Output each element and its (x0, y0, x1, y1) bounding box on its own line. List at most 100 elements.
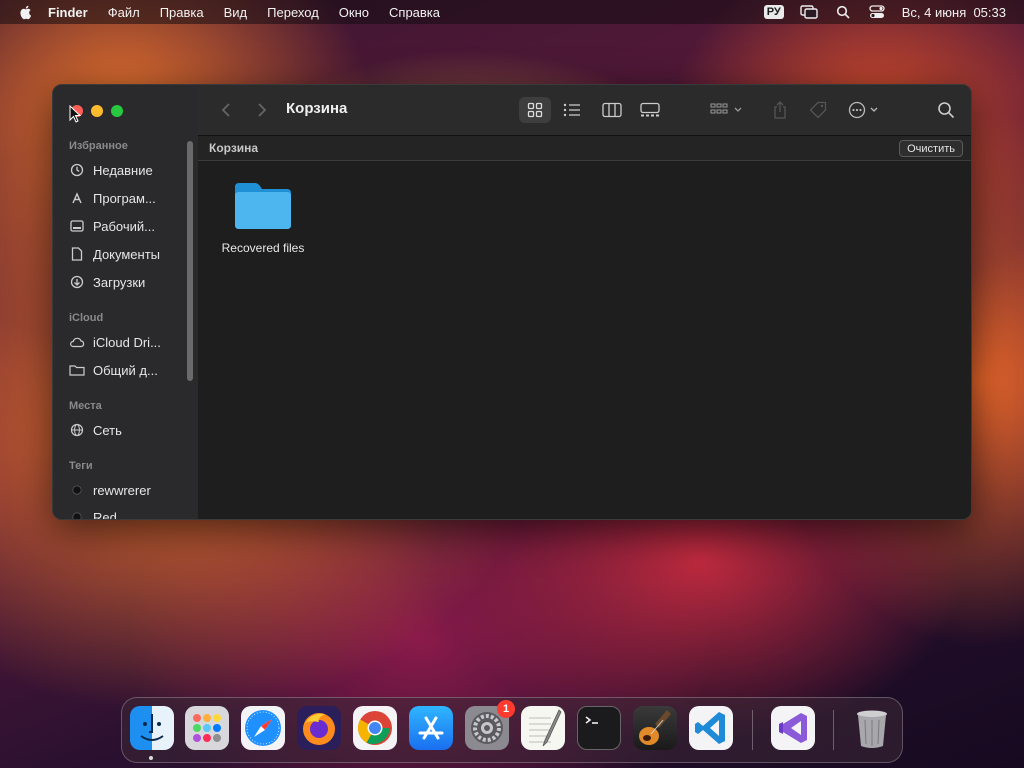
forward-button[interactable] (252, 97, 272, 123)
gallery-view-icon (640, 102, 660, 117)
screen-mirroring-icon[interactable] (800, 4, 818, 20)
dock-chrome-icon[interactable] (353, 706, 397, 750)
finder-running-indicator (149, 756, 153, 760)
trash-header-bar: Корзина Очистить (198, 136, 971, 161)
chevron-left-icon (221, 103, 230, 117)
dock-terminal-icon[interactable] (577, 706, 621, 750)
input-language-badge[interactable]: РУ (763, 5, 784, 19)
search-button[interactable] (932, 97, 960, 123)
sidebar-header-favorites: Избранное (69, 140, 128, 152)
sidebar-item-label: Загрузки (93, 274, 146, 290)
share-icon (774, 101, 786, 119)
list-view-icon (563, 103, 580, 117)
tag-dot-icon (69, 509, 85, 519)
download-icon (69, 274, 85, 290)
globe-icon (69, 422, 85, 438)
sidebar-item-applications[interactable]: Програм... (69, 187, 156, 209)
dock-launchpad-icon[interactable] (185, 706, 229, 750)
sidebar-header-icloud: iCloud (69, 312, 104, 324)
minimize-button[interactable] (91, 105, 103, 117)
dock-garageband-icon[interactable] (633, 706, 677, 750)
sidebar-item-label: Общий д... (93, 362, 158, 378)
back-button[interactable] (216, 97, 236, 123)
maximize-button[interactable] (111, 105, 123, 117)
group-by-button[interactable] (708, 97, 748, 123)
file-item[interactable]: Recovered files (218, 181, 308, 255)
file-name: Recovered files (221, 241, 305, 255)
dock-visual-studio-icon[interactable] (771, 706, 815, 750)
sidebar-item-icloud-drive[interactable]: iCloud Dri... (69, 331, 161, 353)
dock-textedit-icon[interactable] (521, 706, 565, 750)
sidebar-item-label: Документы (93, 246, 161, 262)
dock: 1 (121, 697, 903, 763)
tag-button[interactable] (804, 97, 832, 123)
sidebar-item-label: Red (93, 509, 117, 520)
menu-window[interactable]: Окно (339, 5, 369, 20)
dock-finder-icon[interactable] (130, 706, 174, 750)
window-title: Корзина (286, 100, 348, 117)
sidebar-item-label: Недавние (93, 162, 153, 178)
finder-sidebar: Избранное Недавние Програм... Рабочий...… (53, 85, 199, 519)
folder-icon (235, 183, 291, 229)
chevron-right-icon (258, 103, 267, 117)
dock-trash-icon[interactable] (850, 706, 894, 750)
sidebar-item-shared-folder[interactable]: Общий д... (69, 359, 158, 381)
more-actions-button[interactable] (846, 97, 886, 123)
finder-window: Избранное Недавние Програм... Рабочий...… (52, 84, 972, 520)
sidebar-item-label: rewwrerer (93, 482, 151, 498)
control-center-icon[interactable] (868, 4, 886, 20)
dock-safari-icon[interactable] (241, 706, 285, 750)
finder-toolbar: Корзина (198, 85, 971, 136)
desktop-icon (69, 218, 85, 234)
sidebar-item-network[interactable]: Сеть (69, 419, 122, 441)
view-columns-button[interactable] (596, 97, 628, 123)
column-view-icon (602, 102, 622, 118)
sidebar-header-tags: Теги (69, 460, 93, 472)
trash-label: Корзина (209, 141, 259, 155)
finder-content[interactable]: Recovered files (198, 161, 971, 519)
sidebar-item-recents[interactable]: Недавние (69, 159, 153, 181)
view-list-button[interactable] (556, 97, 588, 123)
sidebar-item-tag-rewwrerer[interactable]: rewwrerer (69, 479, 151, 501)
share-button[interactable] (766, 97, 794, 123)
menu-clock[interactable]: Вс, 4 июня 05:33 (902, 5, 1006, 20)
sidebar-scrollbar[interactable] (187, 141, 193, 381)
clock-icon (69, 162, 85, 178)
empty-trash-button[interactable]: Очистить (899, 140, 963, 157)
menu-bar: Finder Файл Правка Вид Переход Окно Спра… (0, 0, 1024, 24)
menu-app-name[interactable]: Finder (48, 5, 88, 20)
view-icons-button[interactable] (519, 97, 551, 123)
dock-vscode-icon[interactable] (689, 706, 733, 750)
view-gallery-button[interactable] (634, 97, 666, 123)
tag-icon (809, 101, 827, 119)
sidebar-item-label: Програм... (93, 190, 156, 206)
sidebar-item-label: Сеть (93, 422, 122, 438)
notification-badge: 1 (497, 700, 515, 718)
dock-separator (752, 710, 753, 750)
applications-icon (69, 190, 85, 206)
cloud-icon (69, 334, 85, 350)
shared-folder-icon (69, 362, 85, 378)
sidebar-item-downloads[interactable]: Загрузки (69, 271, 145, 293)
menu-view[interactable]: Вид (224, 5, 248, 20)
ellipsis-circle-icon (848, 101, 878, 119)
mouse-cursor-icon (69, 105, 81, 123)
dock-firefox-icon[interactable] (297, 706, 341, 750)
tag-dot-icon (69, 482, 85, 498)
menu-help[interactable]: Справка (389, 5, 440, 20)
dock-app-store-icon[interactable] (409, 706, 453, 750)
sidebar-item-tag-red[interactable]: Red (69, 506, 117, 520)
grid-view-icon (527, 102, 543, 118)
sidebar-item-desktop[interactable]: Рабочий... (69, 215, 155, 237)
search-icon (938, 102, 955, 119)
sidebar-item-label: Рабочий... (93, 218, 155, 234)
sidebar-item-documents[interactable]: Документы (69, 243, 160, 265)
document-icon (69, 246, 85, 262)
menu-edit[interactable]: Правка (160, 5, 204, 20)
search-icon[interactable] (834, 4, 852, 20)
dock-system-settings-icon[interactable]: 1 (465, 700, 515, 750)
apple-logo-icon[interactable] (18, 4, 34, 20)
menu-file[interactable]: Файл (108, 5, 140, 20)
menu-go[interactable]: Переход (267, 5, 319, 20)
sidebar-header-places: Места (69, 400, 102, 412)
